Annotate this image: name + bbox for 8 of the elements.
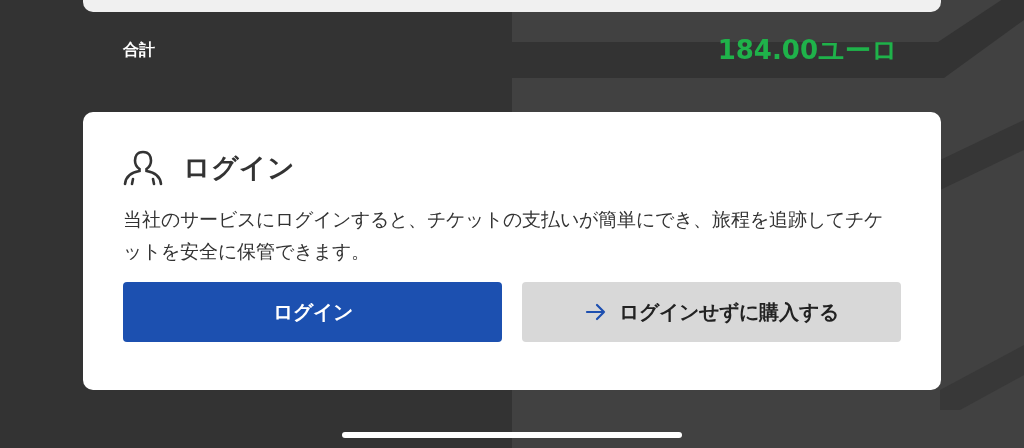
login-button[interactable]: ログイン — [123, 282, 502, 342]
arrow-icon — [584, 303, 607, 321]
guest-checkout-button[interactable]: ログインせずに購入する — [522, 282, 901, 342]
total-label: 合計 — [123, 39, 155, 61]
description-text: 当社のサービスにログインすると、チケットの支払いが簡単にでき、旅程を追跡してチケットを安全に保管できます。 — [123, 208, 884, 264]
user-icon — [123, 150, 163, 186]
total-amount: 184.00ユーロ — [717, 33, 898, 67]
card-title: ログイン — [183, 151, 295, 185]
